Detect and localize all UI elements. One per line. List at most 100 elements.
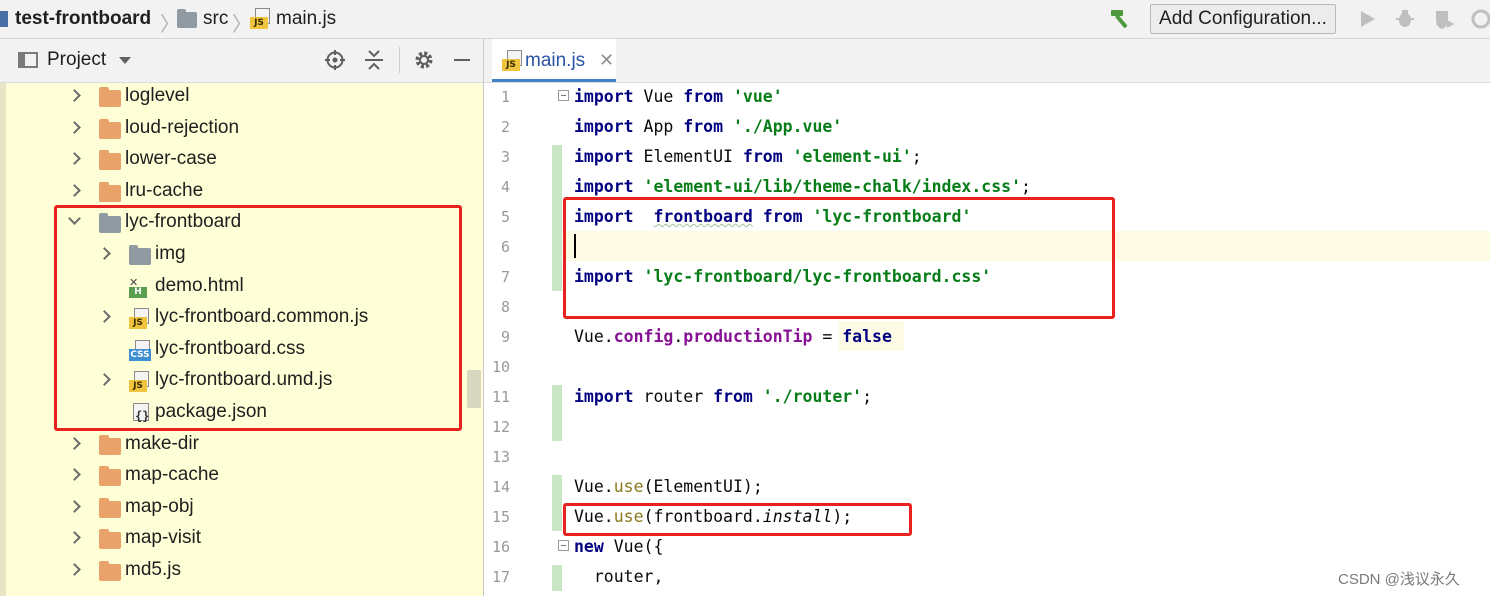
- code-token: new: [574, 537, 604, 556]
- folder-icon: [129, 245, 151, 265]
- tree-item[interactable]: {} package.json: [0, 398, 483, 429]
- chevron-right-icon[interactable]: [68, 120, 81, 134]
- hide-minus-icon[interactable]: [452, 49, 472, 71]
- code-line[interactable]: import frontboard from 'lyc-frontboard': [574, 202, 971, 232]
- tree-item[interactable]: ✕ H demo.html: [0, 272, 483, 303]
- code-line[interactable]: import App from './App.vue': [574, 112, 842, 142]
- folder-icon: [99, 213, 121, 234]
- line-number: 12: [491, 418, 510, 436]
- chevron-right-icon[interactable]: [68, 499, 81, 513]
- code-token: 'element-ui': [792, 147, 912, 166]
- chevron-right-icon[interactable]: [68, 436, 81, 450]
- vcs-change-marker[interactable]: [552, 475, 562, 531]
- tree-item[interactable]: img: [0, 240, 483, 271]
- vcs-change-marker[interactable]: [552, 385, 562, 441]
- code-token: import: [574, 207, 634, 226]
- tree-item[interactable]: lyc-frontboard: [0, 208, 483, 239]
- add-configuration-button[interactable]: Add Configuration...: [1150, 4, 1336, 34]
- locate-crosshair-icon[interactable]: [324, 49, 346, 71]
- gear-icon[interactable]: [413, 49, 435, 71]
- tree-item[interactable]: make-dir: [0, 430, 483, 461]
- profiler-icon[interactable]: [1470, 8, 1490, 30]
- folder-icon: [99, 181, 121, 202]
- line-number: 8: [500, 298, 510, 316]
- build-hammer-icon[interactable]: [1108, 8, 1134, 30]
- code-token: ;: [911, 147, 922, 166]
- chevron-right-icon[interactable]: [68, 152, 81, 166]
- tree-item[interactable]: map-obj: [0, 493, 483, 524]
- code-token: from: [762, 207, 803, 226]
- code-line[interactable]: import 'lyc-frontboard/lyc-frontboard.cs…: [574, 262, 991, 292]
- code-editor[interactable]: 1 2 3 4 5 6 7 8 9 10 11 12 13 14 15 16 17 import Vue fro…: [484, 83, 1490, 596]
- tree-item[interactable]: CSS lyc-frontboard.css: [0, 335, 483, 366]
- breadcrumb-separator-icon: 〉: [232, 14, 252, 36]
- folder-icon: [99, 497, 121, 518]
- breadcrumb-file[interactable]: main.js: [276, 0, 336, 38]
- line-number: 11: [491, 388, 510, 406]
- vcs-change-marker[interactable]: [552, 565, 562, 591]
- tree-item-label: md5.js: [125, 559, 181, 580]
- chevron-down-icon[interactable]: [119, 57, 131, 64]
- chevron-right-icon[interactable]: [68, 531, 81, 545]
- code-token: import: [574, 177, 634, 196]
- chevron-down-icon[interactable]: [68, 212, 81, 226]
- chevron-right-icon[interactable]: [98, 247, 111, 260]
- code-token: import: [574, 87, 634, 106]
- tree-item[interactable]: map-visit: [0, 524, 483, 555]
- project-toolwindow-title[interactable]: Project: [47, 49, 106, 71]
- html-file-icon: ✕ H: [129, 276, 149, 299]
- project-tree: loglevel loud-rejection lower-case lru-cach…: [0, 83, 483, 596]
- code-line[interactable]: Vue.use(frontboard.install);: [574, 502, 852, 532]
- chevron-right-icon[interactable]: [98, 310, 111, 324]
- tree-item[interactable]: JS lyc-frontboard.common.js: [0, 303, 483, 334]
- code-line[interactable]: import router from './router';: [574, 382, 872, 412]
- fold-toggle-icon[interactable]: [558, 540, 569, 551]
- code-token: Vue.: [574, 507, 614, 526]
- folder-icon: [99, 529, 121, 550]
- tree-item[interactable]: lru-cache: [0, 177, 483, 208]
- coverage-shield-icon[interactable]: [1432, 8, 1456, 30]
- vcs-change-marker[interactable]: [552, 145, 562, 291]
- tab-main-js[interactable]: JS main.js ✕: [492, 39, 616, 82]
- run-icon[interactable]: [1356, 8, 1378, 30]
- debug-bug-icon[interactable]: [1393, 8, 1417, 30]
- code-token: router: [633, 387, 714, 406]
- chevron-right-icon[interactable]: [68, 89, 81, 102]
- tree-item-label: lyc-frontboard.umd.js: [155, 369, 333, 391]
- chevron-right-icon[interactable]: [68, 183, 81, 197]
- collapse-all-icon[interactable]: [363, 49, 385, 71]
- code-token: import: [574, 117, 634, 136]
- close-icon[interactable]: ✕: [599, 51, 614, 69]
- line-number: 1: [500, 88, 510, 106]
- tree-item[interactable]: lower-case: [0, 145, 483, 176]
- breadcrumb-src[interactable]: src: [203, 0, 228, 38]
- tree-item[interactable]: md5.js: [0, 556, 483, 587]
- code-line[interactable]: Vue.config.productionTip = false: [574, 322, 892, 352]
- code-line[interactable]: router,: [574, 562, 664, 592]
- tree-item-label: loglevel: [125, 85, 190, 106]
- folder-icon: [99, 87, 121, 107]
- tree-item-label: lower-case: [125, 148, 217, 170]
- code-token: 'lyc-frontboard': [812, 207, 972, 226]
- tree-item[interactable]: map-cache: [0, 461, 483, 492]
- code-line[interactable]: Vue.use(ElementUI);: [574, 472, 763, 502]
- code-line[interactable]: new Vue({: [574, 532, 663, 562]
- tree-scrollbar-thumb[interactable]: [467, 370, 481, 408]
- chevron-right-icon[interactable]: [68, 563, 81, 576]
- tree-item[interactable]: JS lyc-frontboard.umd.js: [0, 366, 483, 397]
- tree-item[interactable]: loglevel: [0, 83, 483, 113]
- line-number: 14: [491, 478, 510, 496]
- line-number: 4: [500, 178, 510, 196]
- fold-toggle-icon[interactable]: [558, 90, 569, 101]
- code-line[interactable]: import Vue from 'vue': [574, 83, 783, 112]
- tree-item[interactable]: loud-rejection: [0, 114, 483, 145]
- chevron-right-icon[interactable]: [68, 468, 81, 482]
- code-line[interactable]: import 'element-ui/lib/theme-chalk/index…: [574, 172, 1031, 202]
- chevron-right-icon[interactable]: [98, 373, 111, 387]
- code-line[interactable]: import ElementUI from 'element-ui';: [574, 142, 922, 172]
- breadcrumb-project[interactable]: test-frontboard: [15, 0, 151, 38]
